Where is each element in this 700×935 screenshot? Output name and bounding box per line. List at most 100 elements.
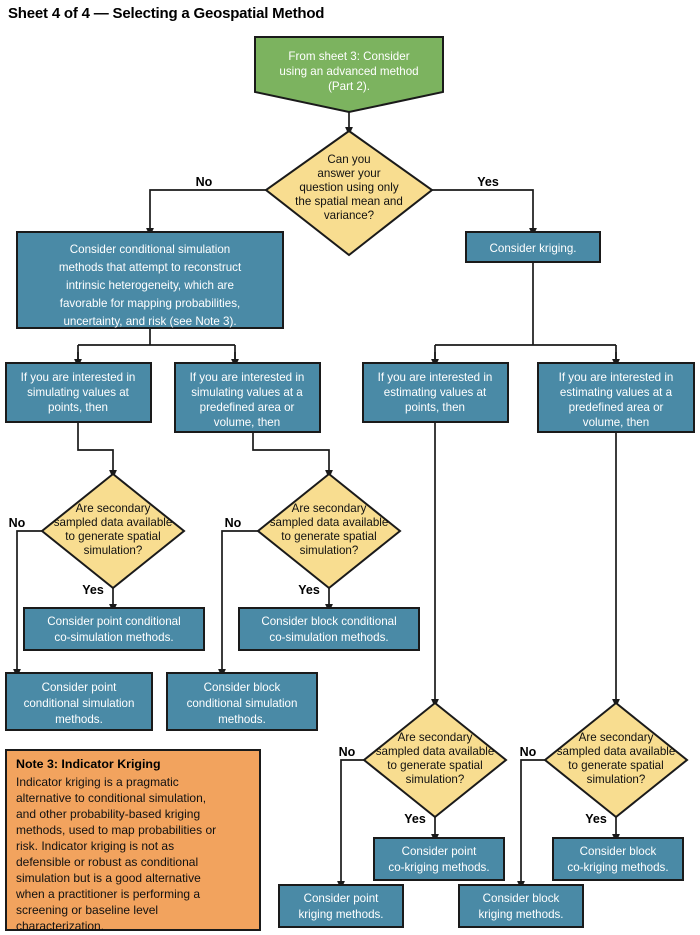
note-3-line-5: defensible or robust as conditional <box>16 855 198 869</box>
node-est-points[interactable]: If you are interested in estimating valu… <box>362 362 509 423</box>
node-block-cosimulation[interactable]: Consider block conditional co-simulation… <box>238 607 420 651</box>
block-sim-line-2: methods. <box>218 713 266 726</box>
edge-label-d4-yes: Yes <box>585 812 607 826</box>
start-line-2: (Part 2). <box>328 80 370 93</box>
point-cokrig-line-0: Consider point <box>402 845 478 858</box>
node-decision-secondary-2[interactable]: Are secondary sampled data available to … <box>256 472 402 590</box>
sim-points-line-2: points, then <box>48 401 108 414</box>
edge-label-main-no: No <box>196 175 213 189</box>
d4-line-2: to generate spatial <box>568 759 663 772</box>
point-cokrig-line-1: co-kriging methods. <box>388 861 489 874</box>
start-line-0: From sheet 3: Consider <box>288 50 409 63</box>
edge-condsim-split <box>77 328 236 363</box>
d2-line-0: Are secondary <box>292 502 367 515</box>
sim-points-line-1: simulating values at <box>27 386 130 399</box>
d2-line-3: simulation? <box>300 544 359 557</box>
node-point-conditional-simulation[interactable]: Consider point conditional simulation me… <box>5 672 153 731</box>
kriging-line-0: Consider kriging. <box>490 242 577 255</box>
edge-label-d2-no: No <box>225 516 242 530</box>
d2-line-2: to generate spatial <box>281 530 376 543</box>
edge-main-no <box>146 189 266 237</box>
sim-block-line-0: If you are interested in <box>190 371 305 384</box>
main-line-3: the spatial mean and <box>295 195 403 208</box>
edge-label-d4-no: No <box>520 745 537 759</box>
est-points-line-1: estimating values at <box>384 386 487 399</box>
block-cosim-line-0: Consider block conditional <box>261 615 396 628</box>
node-decision-secondary-1[interactable]: Are secondary sampled data available to … <box>40 472 186 590</box>
condsim-line-3: favorable for mapping probabilities, <box>60 297 240 310</box>
note-3-heading: Note 3: Indicator Kriging <box>16 757 161 771</box>
edge-label-d3-no: No <box>339 745 356 759</box>
sim-block-line-1: simulating values at a <box>191 386 303 399</box>
edge-label-d1-yes: Yes <box>82 583 104 597</box>
d1-line-0: Are secondary <box>76 502 151 515</box>
note-3-line-7: when a practitioner is performing a <box>15 887 200 901</box>
point-krig-line-1: kriging methods. <box>298 908 383 921</box>
block-cokrig-line-0: Consider block <box>580 845 657 858</box>
edge-d4-no <box>517 759 545 890</box>
note-3-line-8: screening or baseline level <box>16 903 158 917</box>
main-line-4: variance? <box>324 209 375 222</box>
block-cosim-line-1: co-simulation methods. <box>269 631 388 644</box>
condsim-line-2: intrinsic heterogeneity, which are <box>66 279 234 292</box>
est-block-line-0: If you are interested in <box>559 371 674 384</box>
d3-line-2: to generate spatial <box>387 759 482 772</box>
node-block-conditional-simulation[interactable]: Consider block conditional simulation me… <box>166 672 318 731</box>
node-est-block[interactable]: If you are interested in estimating valu… <box>537 362 695 433</box>
node-conditional-simulation[interactable]: Consider conditional simulation methods … <box>16 231 284 329</box>
d4-line-1: sampled data available <box>557 745 676 758</box>
est-points-line-2: points, then <box>405 401 465 414</box>
point-cosim-line-0: Consider point conditional <box>47 615 180 628</box>
node-block-kriging[interactable]: Consider block kriging methods. <box>458 884 584 928</box>
edge-main-yes <box>432 189 537 237</box>
d4-line-3: simulation? <box>587 773 646 786</box>
note-3-panel[interactable]: Note 3: Indicator Kriging Indicator krig… <box>5 749 261 933</box>
est-block-line-3: volume, then <box>583 416 649 429</box>
node-consider-kriging[interactable]: Consider kriging. <box>465 231 601 263</box>
condsim-line-0: Consider conditional simulation <box>70 243 230 256</box>
edge-d2-no <box>218 530 258 678</box>
note-3-line-9: characterization. <box>16 919 104 933</box>
est-block-line-1: estimating values at a <box>560 386 673 399</box>
note-3-line-4: risk. Indicator kriging is not as <box>16 839 174 853</box>
block-sim-line-1: conditional simulation <box>187 697 298 710</box>
block-sim-line-0: Consider block <box>204 681 281 694</box>
d1-line-3: simulation? <box>84 544 143 557</box>
main-line-2: question using only <box>299 181 398 194</box>
condsim-line-1: methods that attempt to reconstruct <box>59 261 242 274</box>
main-line-0: Can you <box>327 153 370 166</box>
d3-line-1: sampled data available <box>376 745 495 758</box>
node-decision-secondary-3[interactable]: Are secondary sampled data available to … <box>362 701 508 819</box>
edge-simblock-to-d2 <box>252 432 333 479</box>
d1-line-1: sampled data available <box>54 516 173 529</box>
sim-block-line-2: predefined area or <box>200 401 295 414</box>
edge-simpoints-to-d1 <box>77 422 117 479</box>
sim-points-line-0: If you are interested in <box>21 371 136 384</box>
main-line-1: answer your <box>317 167 380 180</box>
edge-d3-no <box>337 759 364 890</box>
d3-line-0: Are secondary <box>398 731 473 744</box>
edge-label-main-yes: Yes <box>477 175 499 189</box>
note-3-line-2: and other probability-based kriging <box>16 807 200 821</box>
node-sim-block[interactable]: If you are interested in simulating valu… <box>174 362 321 433</box>
edge-label-d3-yes: Yes <box>404 812 426 826</box>
point-krig-line-0: Consider point <box>304 892 380 905</box>
est-points-line-0: If you are interested in <box>378 371 493 384</box>
block-krig-line-0: Consider block <box>483 892 560 905</box>
d3-line-3: simulation? <box>406 773 465 786</box>
node-point-cosimulation[interactable]: Consider point conditional co-simulation… <box>23 607 205 651</box>
d1-line-2: to generate spatial <box>65 530 160 543</box>
edge-d1-no <box>13 530 42 678</box>
point-sim-line-2: methods. <box>55 713 103 726</box>
node-start[interactable]: From sheet 3: Consider using an advanced… <box>254 36 444 114</box>
node-point-cokriging[interactable]: Consider point co-kriging methods. <box>373 837 505 881</box>
note-3-line-3: methods, used to map probabilities or <box>16 823 216 837</box>
node-decision-secondary-4[interactable]: Are secondary sampled data available to … <box>543 701 689 819</box>
node-block-cokriging[interactable]: Consider block co-kriging methods. <box>552 837 684 881</box>
node-sim-points[interactable]: If you are interested in simulating valu… <box>5 362 152 423</box>
node-main-decision[interactable]: Can you answer your question using only … <box>264 129 434 257</box>
sim-block-line-3: volume, then <box>214 416 280 429</box>
node-point-kriging[interactable]: Consider point kriging methods. <box>278 884 404 928</box>
est-block-line-2: predefined area or <box>569 401 664 414</box>
d4-line-0: Are secondary <box>579 731 654 744</box>
